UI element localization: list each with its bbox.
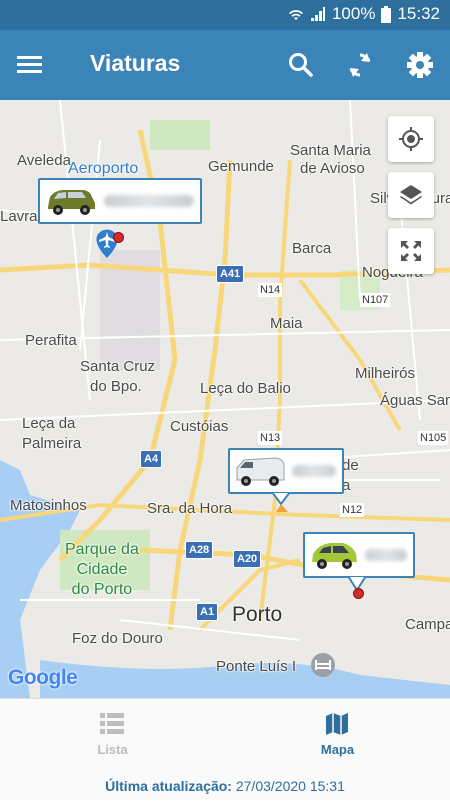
vehicle-card-wagon[interactable] <box>38 178 202 224</box>
bottom-navigation: Lista Mapa <box>0 698 450 769</box>
list-icon <box>100 713 124 734</box>
road-a1: A1 <box>196 603 219 621</box>
place-campanha: Campa <box>405 616 450 633</box>
place-maia: Maia <box>270 315 303 332</box>
map-view[interactable]: Aveleda Aeroporto Lavra Gemunde Santa Ma… <box>0 100 450 698</box>
place-aguas-santas: Águas Santas <box>380 392 450 409</box>
place-ponte-luis: Ponte Luís I <box>216 658 297 675</box>
search-icon <box>289 53 313 77</box>
lime-hatchback-icon <box>312 543 357 569</box>
place-santa-maria: Santa Maria <box>290 142 371 159</box>
white-van-icon <box>236 457 285 486</box>
vehicle-card-van[interactable] <box>228 448 344 494</box>
google-attribution-text: Google <box>8 666 78 689</box>
road-a41: A41 <box>216 265 245 283</box>
place-palmeira: Palmeira <box>22 435 82 452</box>
place-aveleda: Aveleda <box>17 152 71 169</box>
search-button[interactable] <box>286 50 316 80</box>
place-leca-da: Leça da <box>22 415 76 432</box>
place-aeroporto: Aeroporto <box>68 160 139 177</box>
place-lavra: Lavra <box>0 208 38 225</box>
refresh-button[interactable] <box>345 50 375 80</box>
tab-lista-label: Lista <box>97 742 128 757</box>
my-location-button[interactable] <box>388 116 434 162</box>
tab-lista[interactable]: Lista <box>0 699 225 769</box>
road-n12: N12 <box>340 503 365 517</box>
place-milheiros: Milheirós <box>355 365 416 382</box>
place-barca: Barca <box>292 240 332 257</box>
vehicle-pointer-van <box>270 492 292 512</box>
refresh-icon <box>349 53 371 77</box>
bridge-icon <box>311 653 335 677</box>
road-a4: A4 <box>140 450 163 468</box>
status-bar: 100% 15:32 <box>0 0 450 30</box>
place-leca-do-balio: Leça do Balio <box>200 380 291 397</box>
app-bar: Viaturas <box>0 30 450 100</box>
road-a20: A20 <box>233 550 262 568</box>
vehicle-card-hatchback[interactable] <box>303 532 415 578</box>
place-parque-line2: Cidade <box>76 561 128 578</box>
map-icon <box>326 713 348 735</box>
last-update-footer: Última atualização: 27/03/2020 15:31 <box>0 768 450 800</box>
tab-mapa-label: Mapa <box>320 742 355 757</box>
place-custoias: Custóias <box>170 418 229 435</box>
menu-button[interactable] <box>16 52 44 78</box>
layers-button[interactable] <box>388 172 434 218</box>
wifi-icon <box>288 10 303 20</box>
battery-level: 100% <box>331 4 376 23</box>
settings-button[interactable] <box>405 50 435 80</box>
place-santa-cruz: Santa Cruz <box>80 358 156 375</box>
road-a28: A28 <box>185 541 214 559</box>
my-location-icon <box>399 127 423 151</box>
last-update-label: Última atualização: <box>105 778 232 794</box>
vehicle-pin-hatchback[interactable] <box>353 588 364 599</box>
olive-wagon-icon <box>48 190 95 215</box>
vehicle-name-redacted <box>104 195 194 207</box>
vehicle-pin-wagon[interactable] <box>113 232 124 243</box>
signal-icon <box>310 7 325 21</box>
place-sra-da-hora: Sra. da Hora <box>147 500 233 517</box>
vehicle-name-redacted <box>365 549 407 561</box>
place-de: de <box>342 457 359 474</box>
vehicle-name-redacted <box>292 465 336 477</box>
place-foz-do-douro: Foz do Douro <box>72 630 163 647</box>
place-parque-line1: Parque da <box>65 541 139 558</box>
layers-icon <box>400 185 422 205</box>
place-matosinhos: Matosinhos <box>10 497 87 514</box>
status-indicators: 100% 15:32 <box>288 4 440 24</box>
place-parque-cidade: Parque da Cidade do Porto <box>65 540 139 600</box>
road-n105: N105 <box>418 431 449 445</box>
battery-icon <box>381 5 392 23</box>
fullscreen-icon <box>401 241 421 261</box>
place-de-avioso: de Avioso <box>300 160 365 177</box>
road-n13: N13 <box>258 431 283 445</box>
place-porto: Porto <box>232 603 283 626</box>
clock: 15:32 <box>397 4 440 23</box>
fullscreen-button[interactable] <box>388 228 434 274</box>
last-update-value: 27/03/2020 15:31 <box>235 778 345 794</box>
google-attribution[interactable]: Google <box>8 666 78 690</box>
tab-mapa[interactable]: Mapa <box>225 699 450 769</box>
place-parque-line3: do Porto <box>71 581 133 598</box>
place-perafita: Perafita <box>25 332 77 349</box>
place-gemunde: Gemunde <box>208 158 274 175</box>
page-title: Viaturas <box>90 50 181 76</box>
road-n14: N14 <box>258 283 283 297</box>
road-n107: N107 <box>360 293 391 307</box>
settings-icon <box>407 52 433 78</box>
menu-icon <box>17 56 42 73</box>
place-do-bpo: do Bpo. <box>90 378 142 395</box>
